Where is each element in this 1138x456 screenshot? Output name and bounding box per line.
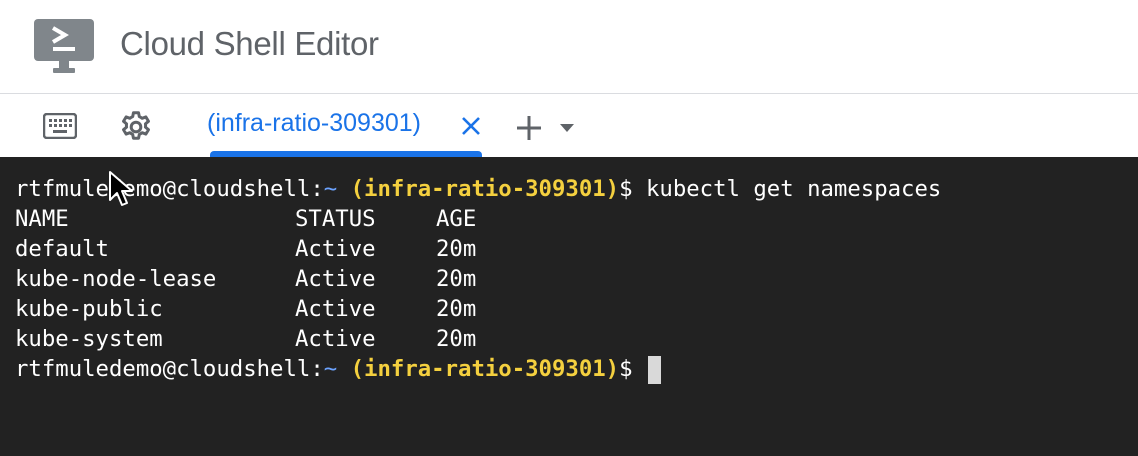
terminal-prompt-line[interactable]: rtfmuledemo@cloudshell:~ (infra-ratio-30… — [15, 354, 661, 384]
keyboard-icon[interactable] — [43, 113, 77, 139]
prompt-user-host: rtfmuledemo@cloudshell: — [15, 356, 324, 382]
terminal-tabbar: (infra-ratio-309301) — [0, 94, 1138, 157]
close-icon[interactable] — [459, 114, 483, 138]
prompt-dollar: $ — [619, 176, 633, 202]
row-name: kube-node-lease — [15, 266, 217, 292]
prompt-project: (infra-ratio-309301) — [350, 176, 620, 202]
app-title: Cloud Shell Editor — [120, 25, 379, 62]
terminal-pane[interactable]: rtfmuledemo@cloudshell:~ (infra-ratio-30… — [0, 157, 1138, 456]
prompt-project: (infra-ratio-309301) — [350, 356, 620, 382]
row-status: Active — [295, 266, 376, 292]
prompt-tilde: ~ — [323, 356, 338, 382]
app-header: Cloud Shell Editor — [0, 0, 1138, 94]
plus-icon[interactable] — [515, 114, 543, 142]
row-name: default — [15, 236, 109, 262]
row-age: 20m — [436, 326, 477, 352]
prompt-dollar: $ — [619, 356, 633, 382]
terminal-command-line: rtfmuledemo@cloudshell:~ (infra-ratio-30… — [15, 174, 941, 204]
row-name: kube-system — [15, 326, 163, 352]
table-row: kube-public Active 20m — [15, 294, 476, 324]
table-row: kube-node-lease Active 20m — [15, 264, 476, 294]
row-status: Active — [295, 326, 376, 352]
row-status: Active — [295, 236, 376, 262]
gear-icon[interactable] — [118, 109, 154, 145]
terminal-command: kubectl get namespaces — [645, 176, 942, 202]
cloud-shell-terminal-icon — [34, 19, 94, 73]
terminal-cursor — [647, 355, 661, 384]
table-row: kube-system Active 20m — [15, 324, 476, 354]
row-name: kube-public — [15, 296, 163, 322]
table-header-name: NAME — [15, 206, 69, 232]
row-age: 20m — [436, 236, 477, 262]
table-header-row: NAME STATUS AGE — [15, 204, 476, 234]
prompt-tilde: ~ — [323, 176, 338, 202]
table-row: default Active 20m — [15, 234, 476, 264]
tab-label: (infra-ratio-309301) — [207, 109, 421, 137]
tab-infra-ratio-309301[interactable]: (infra-ratio-309301) — [205, 94, 485, 157]
row-age: 20m — [436, 296, 477, 322]
caret-down-icon[interactable] — [558, 122, 576, 134]
prompt-user-host: rtfmuledemo@cloudshell: — [15, 176, 324, 202]
row-age: 20m — [436, 266, 477, 292]
table-header-status: STATUS — [295, 206, 376, 232]
table-header-age: AGE — [436, 206, 477, 232]
row-status: Active — [295, 296, 376, 322]
